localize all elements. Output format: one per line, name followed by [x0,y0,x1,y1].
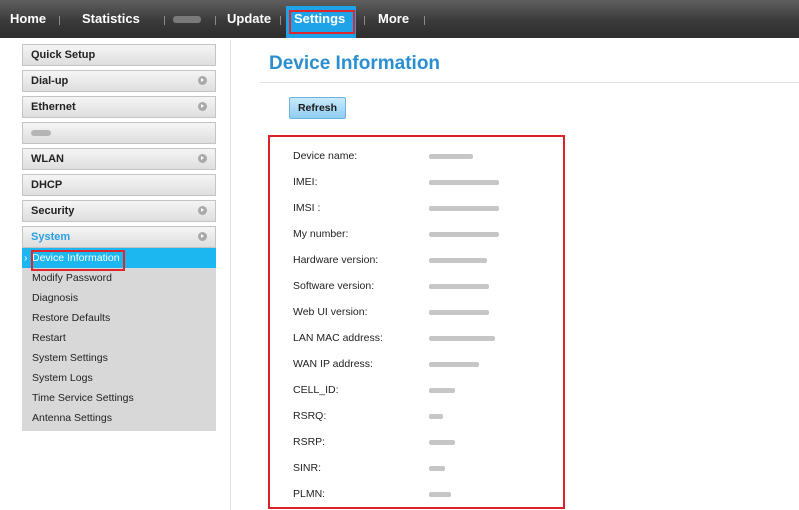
info-label-wan-ip-address: WAN IP address: [293,358,373,370]
sidebar-item-system[interactable]: System [22,226,216,248]
nav-item-redacted[interactable] [173,16,201,23]
info-value-redacted [429,232,499,237]
info-value-redacted [429,362,479,367]
info-value-redacted [429,284,489,289]
sidebar-item-label: Ethernet [31,101,76,113]
sidebar-item-label: WLAN [31,153,64,165]
submenu-item-antenna-settings[interactable]: Antenna Settings [22,408,216,428]
redacted-label [31,130,51,137]
nav-separator [164,16,165,25]
nav-separator [364,16,365,25]
submenu-item-diagnosis[interactable]: Diagnosis [22,288,216,308]
info-label-cell-id: CELL_ID: [293,384,339,396]
nav-update[interactable]: Update [227,0,271,38]
nav-separator [215,16,216,25]
info-value-redacted [429,310,489,315]
info-label-plmn: PLMN: [293,488,326,500]
chevron-right-circle-icon [198,76,207,85]
info-value-redacted [429,414,443,419]
submenu-item-restart[interactable]: Restart [22,328,216,348]
sidebar-item-dial-up[interactable]: Dial-up [22,70,216,92]
title-divider [260,82,799,83]
refresh-button[interactable]: Refresh [289,97,346,119]
device-info-panel: Device name: IMEI: IMSI : My number: Har… [268,135,565,509]
info-value-redacted [429,440,455,445]
device-information-highlight-box [31,250,125,271]
page-title: Device Information [269,53,441,74]
info-value-redacted [429,466,445,471]
submenu-item-modify-password[interactable]: Modify Password [22,268,216,288]
sidebar-item-label: Quick Setup [31,49,96,61]
nav-home[interactable]: Home [10,0,46,38]
submenu-item-system-logs[interactable]: System Logs [22,368,216,388]
info-label-software-version: Software version: [293,280,375,292]
info-value-redacted [429,206,499,211]
info-label-sinr: SINR: [293,462,322,474]
nav-separator [59,16,60,25]
submenu-item-restore-defaults[interactable]: Restore Defaults [22,308,216,328]
sidebar-item-security[interactable]: Security [22,200,216,222]
info-value-redacted [429,492,451,497]
info-value-redacted [429,388,455,393]
info-value-redacted [429,258,487,263]
chevron-right-circle-icon [198,154,207,163]
info-value-redacted [429,180,499,185]
sidebar-item-label: Security [31,205,75,217]
chevron-down-circle-icon [198,232,207,241]
sidebar-item-label: System [31,231,71,243]
info-label-lan-mac-address: LAN MAC address: [293,332,383,344]
info-label-imsi: IMSI : [293,202,321,214]
sidebar-item-label: DHCP [31,179,63,191]
chevron-right-circle-icon [198,206,207,215]
submenu-item-system-settings[interactable]: System Settings [22,348,216,368]
nav-statistics[interactable]: Statistics [82,0,140,38]
submenu-item-time-service-settings[interactable]: Time Service Settings [22,388,216,408]
info-label-web-ui-version: Web UI version: [293,306,368,318]
sidebar-item-quick-setup[interactable]: Quick Setup [22,44,216,66]
sidebar-item-label: Dial-up [31,75,69,87]
sidebar-item-wlan[interactable]: WLAN [22,148,216,170]
sidebar: Quick Setup Dial-up Ethernet WLAN DHCP S… [22,44,216,431]
info-label-rsrq: RSRQ: [293,410,327,422]
top-nav: Home Statistics Update Settings More [0,0,799,38]
sidebar-item-dhcp[interactable]: DHCP [22,174,216,196]
info-value-redacted [429,336,495,341]
settings-highlight-box [289,10,355,34]
info-label-imei: IMEI: [293,176,318,188]
info-value-redacted [429,154,473,159]
info-label-hardware-version: Hardware version: [293,254,379,266]
info-label-device-name: Device name: [293,150,358,162]
sidebar-item-ethernet[interactable]: Ethernet [22,96,216,118]
info-label-rsrp: RSRP: [293,436,326,448]
content-divider [230,40,231,510]
chevron-right-circle-icon [198,102,207,111]
nav-separator [280,16,281,25]
nav-separator [424,16,425,25]
sidebar-item-redacted[interactable] [22,122,216,144]
system-submenu: Device Information Modify Password Diagn… [22,248,216,431]
info-label-my-number: My number: [293,228,349,240]
nav-more[interactable]: More [378,0,409,38]
